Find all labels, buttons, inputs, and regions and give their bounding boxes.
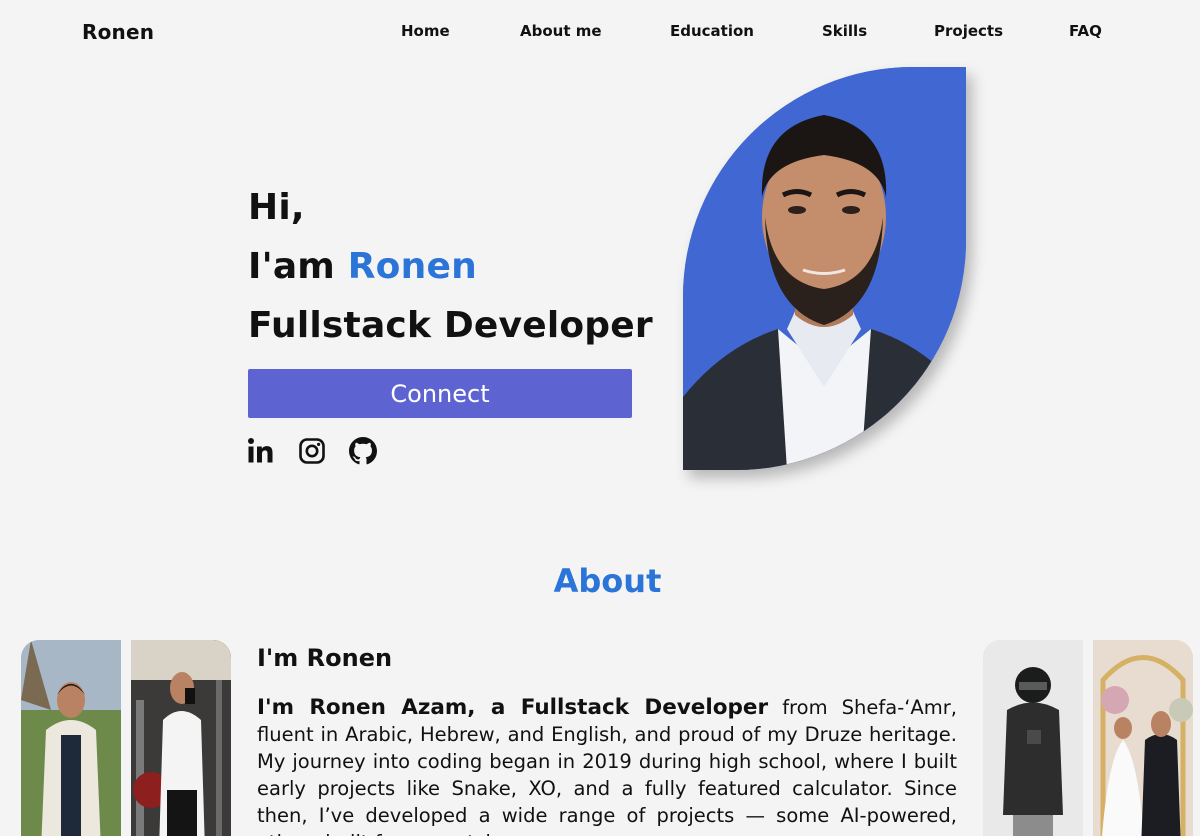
- about-subtitle: I'm Ronen: [257, 644, 393, 672]
- about-text: I'm Ronen Azam, a Fullstack Developer fr…: [257, 694, 957, 836]
- portrait-illustration: [683, 67, 966, 470]
- hero-greeting: Hi,: [248, 187, 305, 228]
- nav-item-about-me[interactable]: About me: [520, 22, 602, 40]
- hero-heading: Hi, I'am Ronen Fullstack Developer: [248, 178, 653, 355]
- photo-gym: [131, 640, 231, 836]
- linkedin-link[interactable]: [247, 437, 275, 465]
- connect-button[interactable]: Connect: [248, 369, 632, 418]
- about-photo-1: [21, 640, 121, 836]
- about-photo-2: [131, 640, 231, 836]
- nav-item-projects[interactable]: Projects: [934, 22, 1003, 40]
- hero-intro: I'am Ronen: [248, 237, 653, 296]
- about-lead: I'm Ronen Azam, a Fullstack Developer: [257, 695, 769, 720]
- photo-outdoor: [21, 640, 121, 836]
- hero-name: Ronen: [347, 246, 477, 287]
- github-link[interactable]: [349, 437, 377, 465]
- instagram-link[interactable]: [298, 437, 326, 465]
- nav-item-home[interactable]: Home: [401, 22, 450, 40]
- instagram-icon: [299, 438, 325, 464]
- hero-portrait: [683, 67, 966, 470]
- photo-wedding: [1093, 640, 1193, 836]
- hero-intro-prefix: I'am: [248, 246, 348, 287]
- top-nav: Ronen Home About me Education Skills Pro…: [0, 0, 1200, 66]
- github-icon: [349, 437, 377, 465]
- about-photo-4: [1093, 640, 1193, 836]
- photo-uniform: [983, 640, 1083, 836]
- about-photo-3: [983, 640, 1083, 836]
- linkedin-icon: [248, 438, 273, 463]
- social-links: [247, 437, 377, 465]
- hero-role: Fullstack Developer: [248, 305, 653, 346]
- nav-item-education[interactable]: Education: [670, 22, 754, 40]
- nav-item-faq[interactable]: FAQ: [1069, 22, 1102, 40]
- nav-menu: Home About me Education Skills Projects …: [0, 22, 1200, 44]
- nav-item-skills[interactable]: Skills: [822, 22, 867, 40]
- about-title: About: [553, 562, 662, 600]
